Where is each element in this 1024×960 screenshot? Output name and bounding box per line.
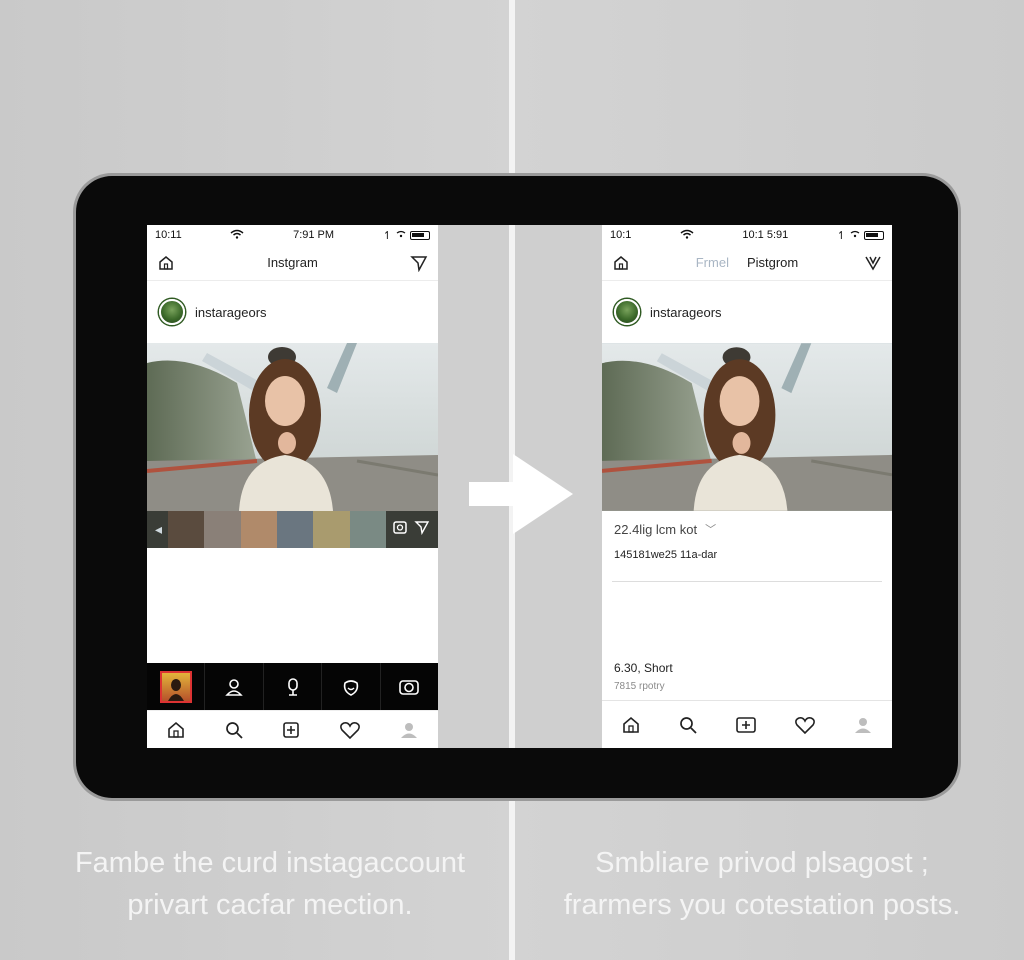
tab-inactive[interactable]: Frmel bbox=[696, 255, 729, 270]
status-clock: 10:1 5:91 bbox=[742, 229, 789, 241]
status-time: 10:11 bbox=[155, 229, 182, 241]
divider bbox=[612, 581, 882, 582]
likes-row[interactable]: 22.4lig lcm kot ﹀ bbox=[614, 521, 880, 537]
add-post-icon[interactable] bbox=[281, 720, 301, 740]
post-photo[interactable] bbox=[602, 343, 892, 511]
person-icon[interactable] bbox=[224, 677, 244, 697]
status-bar: 10:1 10:1 5:91 ↿ bbox=[602, 225, 892, 245]
left-phone-screen: 10:11 7:91 PM ↿ Instgram instarageors ◂ bbox=[147, 225, 438, 748]
add-post-icon[interactable] bbox=[735, 715, 757, 735]
smile-icon[interactable] bbox=[341, 677, 361, 697]
avatar[interactable] bbox=[159, 299, 185, 325]
person-icon-cell[interactable] bbox=[205, 663, 264, 711]
wifi-icon bbox=[230, 229, 244, 242]
home-icon[interactable] bbox=[621, 715, 641, 735]
right-phone-screen: 10:1 10:1 5:91 ↿ Frmel Pistgrom instarag… bbox=[602, 225, 892, 748]
chevron-down-icon[interactable]: ﹀ bbox=[705, 521, 716, 537]
app-header: Instgram bbox=[147, 245, 438, 281]
battery-icon bbox=[409, 230, 430, 240]
left-caption: Fambe the curd instagaccount privart cac… bbox=[74, 847, 466, 921]
story-thumb-cell[interactable] bbox=[147, 663, 206, 711]
share-icon[interactable] bbox=[414, 519, 430, 540]
mic-icon[interactable] bbox=[283, 677, 303, 697]
send-arrow-icon[interactable]: ◂ bbox=[155, 521, 162, 538]
post-caption: 145181we25 11a-dar bbox=[614, 549, 718, 561]
heart-icon[interactable] bbox=[794, 715, 816, 735]
profile-icon[interactable] bbox=[853, 715, 873, 735]
app-title: Instgram bbox=[267, 255, 318, 270]
chevron-down-icon[interactable] bbox=[864, 254, 882, 272]
wifi-small-icon bbox=[396, 229, 406, 241]
media-strip: ◂ bbox=[147, 511, 438, 548]
app-title[interactable]: Pistgrom bbox=[747, 255, 798, 270]
header-tabs: Frmel Pistgrom bbox=[696, 255, 799, 270]
time-main: 6.30, Short bbox=[614, 661, 673, 675]
status-clock: 7:91 PM bbox=[293, 229, 335, 241]
post-header: instarageors bbox=[602, 281, 892, 343]
mic-icon-cell[interactable] bbox=[264, 663, 323, 711]
likes-count: 22.4lig lcm kot bbox=[614, 521, 698, 537]
status-icons: ↿ bbox=[383, 229, 430, 242]
wifi-icon bbox=[680, 229, 694, 242]
post-header: instarageors bbox=[147, 281, 438, 343]
bottom-nav bbox=[147, 710, 438, 748]
home-icon[interactable] bbox=[612, 254, 630, 272]
time-block: 6.30, Short 7815 rpotry bbox=[614, 661, 673, 692]
bottom-nav bbox=[602, 700, 892, 748]
signal-icon: ↿ bbox=[382, 229, 392, 242]
camera-icon-cell[interactable] bbox=[381, 663, 438, 711]
username[interactable]: instarageors bbox=[650, 305, 722, 320]
arrow-right-icon bbox=[469, 454, 573, 534]
send-icon[interactable] bbox=[410, 254, 428, 272]
camera-small-icon[interactable] bbox=[392, 519, 408, 540]
signal-icon: ↿ bbox=[836, 229, 846, 242]
wifi-small-icon bbox=[850, 229, 860, 241]
camera-icon[interactable] bbox=[398, 677, 420, 697]
post-meta: 22.4lig lcm kot ﹀ 145181we25 11a-dar bbox=[602, 511, 892, 562]
search-icon[interactable] bbox=[678, 715, 698, 735]
post-photo[interactable] bbox=[147, 343, 438, 511]
username[interactable]: instarageors bbox=[195, 305, 267, 320]
app-header: Frmel Pistgrom bbox=[602, 245, 892, 281]
search-icon[interactable] bbox=[224, 720, 244, 740]
battery-icon bbox=[863, 230, 884, 240]
heart-icon[interactable] bbox=[339, 720, 361, 740]
right-caption: Smbliare privod plsagost ; frarmers you … bbox=[563, 847, 961, 921]
home-icon[interactable] bbox=[157, 254, 175, 272]
profile-icon[interactable] bbox=[399, 720, 419, 740]
story-bar bbox=[147, 663, 438, 711]
time-sub: 7815 rpotry bbox=[614, 681, 665, 692]
status-icons: ↿ bbox=[837, 229, 884, 242]
status-time: 10:1 bbox=[610, 229, 632, 241]
avatar[interactable] bbox=[614, 299, 640, 325]
story-thumb[interactable] bbox=[159, 671, 192, 703]
status-bar: 10:11 7:91 PM ↿ bbox=[147, 225, 438, 245]
thumbnail-strip[interactable] bbox=[168, 511, 386, 548]
smile-icon-cell[interactable] bbox=[322, 663, 381, 711]
home-icon[interactable] bbox=[166, 720, 186, 740]
